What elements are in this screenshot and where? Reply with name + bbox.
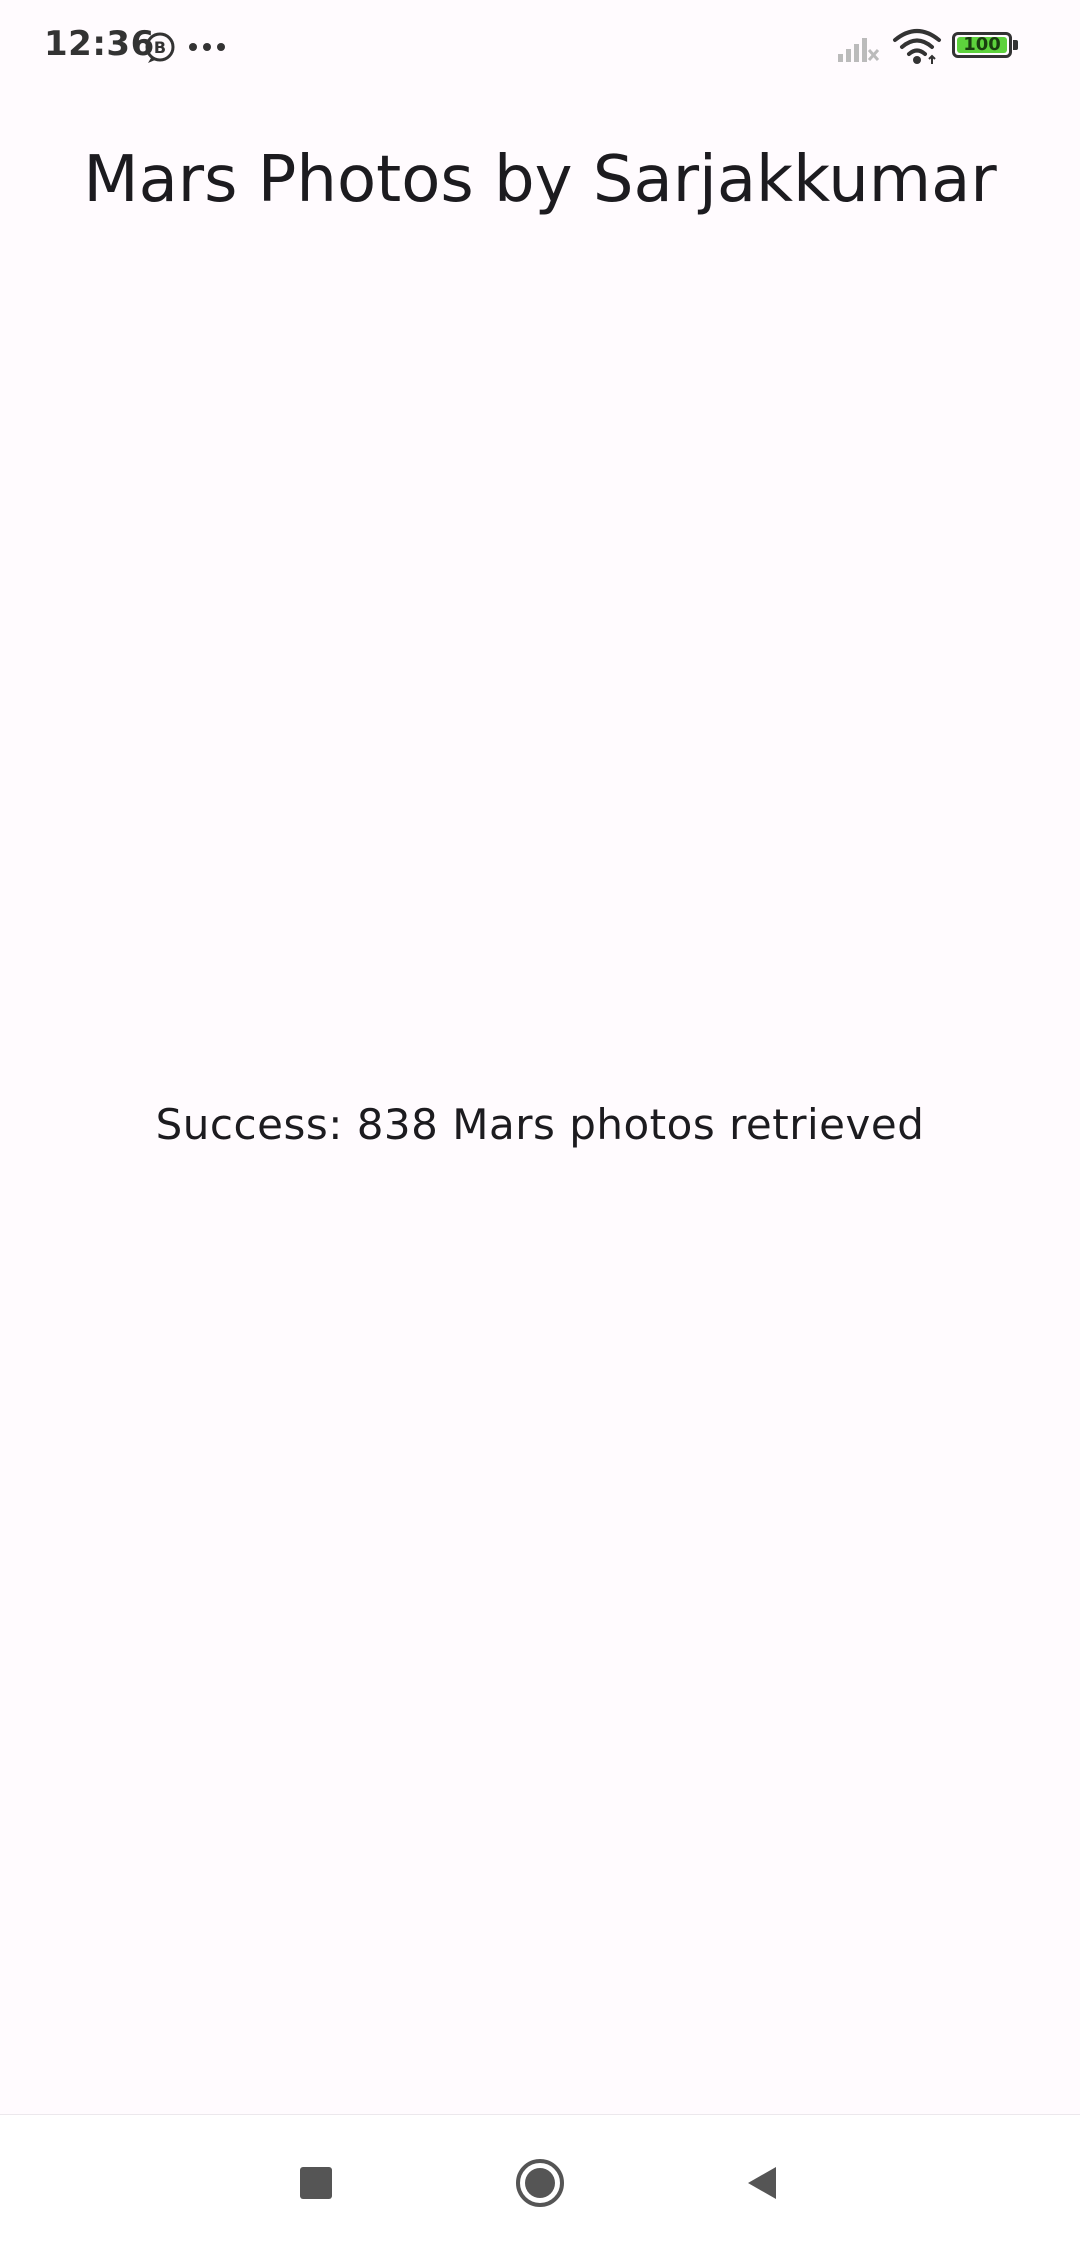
wifi-icon [893, 29, 941, 64]
screen: 12:36 B 100 Mars Photos by Sarjakkumar S… [0, 0, 1080, 2246]
status-time: 12:36 [44, 24, 155, 64]
home-button[interactable] [500, 2143, 580, 2223]
app-bar-title: Mars Photos by Sarjakkumar [83, 143, 997, 217]
navigation-bar [0, 2114, 1080, 2246]
svg-text:B: B [154, 38, 166, 57]
b-notification-icon: B [145, 32, 175, 63]
signal-icon [838, 38, 880, 62]
battery-icon: 100 [952, 32, 1022, 62]
result-message: Success: 838 Mars photos retrieved [155, 1100, 925, 1149]
more-notifications-icon [189, 43, 225, 51]
recents-button[interactable] [276, 2143, 356, 2223]
status-bar: 12:36 B 100 [0, 0, 1080, 96]
battery-level: 100 [957, 36, 1007, 54]
home-icon [516, 2159, 564, 2207]
back-icon [748, 2167, 776, 2199]
recents-icon [300, 2167, 332, 2199]
back-button[interactable] [722, 2143, 802, 2223]
